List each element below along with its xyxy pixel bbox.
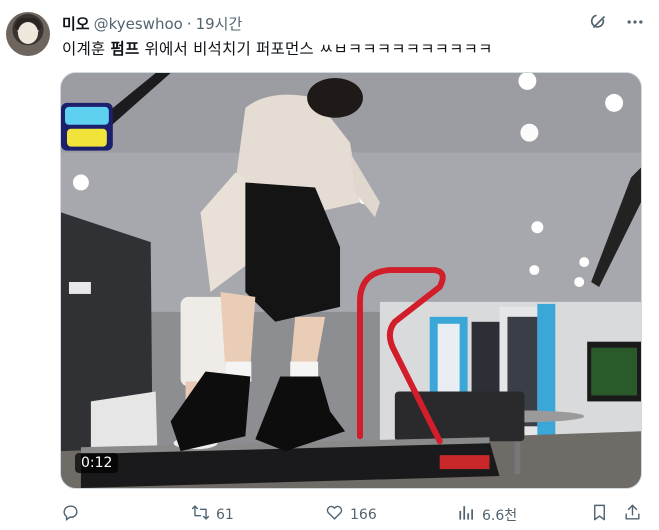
grok-icon[interactable] [589,12,609,36]
tweet-text-bold: 펌프 [110,40,140,58]
views-button[interactable]: 6.6천 [457,503,517,526]
user-handle[interactable]: @kyeswhoo [94,15,183,33]
avatar[interactable] [6,12,50,56]
heart-icon [325,503,344,526]
timestamp[interactable]: 19시간 [196,13,243,34]
like-count: 166 [350,506,377,523]
bookmark-button[interactable] [590,503,609,526]
bookmark-icon [590,503,609,526]
tweet-header: 미오 @kyeswhoo · 19시간 [62,13,242,34]
video-frame [61,73,641,488]
views-icon [457,503,476,526]
tweet-text-part: 이계훈 [62,40,111,58]
display-name[interactable]: 미오 [62,13,90,34]
video-player[interactable]: 0:12 [60,72,642,489]
retweet-button[interactable]: 61 [191,503,234,526]
reply-button[interactable] [61,503,86,526]
video-duration: 0:12 [75,453,119,473]
separator-dot: · [186,14,192,33]
more-icon[interactable] [625,12,645,36]
share-icon [623,503,642,526]
like-button[interactable]: 166 [325,503,377,526]
retweet-count: 61 [216,506,234,523]
share-button[interactable] [623,503,642,526]
avatar-face [18,22,38,44]
retweet-icon [191,503,210,526]
reply-icon [61,503,80,526]
view-count: 6.6천 [482,507,518,524]
tweet-text: 이계훈 펌프 위에서 비석치기 퍼포먼스 ㅆㅂㅋㅋㅋㅋㅋㅋㅋㅋㅋㅋ [62,37,493,59]
tweet-top-actions [589,12,645,36]
tweet-text-part: 위에서 비석치기 퍼포먼스 ㅆㅂㅋㅋㅋㅋㅋㅋㅋㅋㅋㅋ [139,40,493,58]
tweet-actions: 61 166 6.6천 [60,503,645,525]
